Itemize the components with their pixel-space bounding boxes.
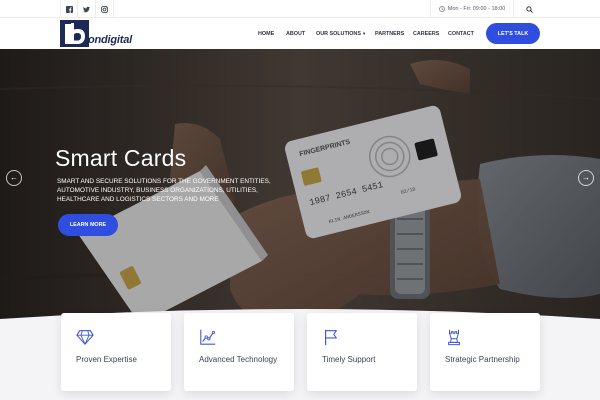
nav-partners[interactable]: PARTNERS bbox=[375, 18, 404, 49]
twitter-icon[interactable] bbox=[78, 0, 96, 18]
nav-careers[interactable]: CAREERS bbox=[413, 18, 439, 49]
feature-label: Proven Expertise bbox=[76, 355, 137, 364]
instagram-icon[interactable] bbox=[96, 0, 114, 18]
nav-our-solutions-label: OUR SOLUTIONS bbox=[316, 30, 361, 37]
slider-next-arrow[interactable]: → bbox=[578, 170, 594, 186]
diamond-icon bbox=[76, 330, 94, 345]
feature-card-proven-expertise[interactable]: Proven Expertise bbox=[61, 313, 171, 391]
nav-about[interactable]: ABOUT bbox=[286, 18, 305, 49]
chevron-down-icon: ▾ bbox=[362, 30, 366, 36]
slider-prev-arrow[interactable]: ← bbox=[6, 170, 22, 186]
hero-slider: FINGERPRINTS 1987 2654 5451 02/18 KLIN A… bbox=[0, 49, 600, 353]
facebook-icon[interactable] bbox=[60, 0, 78, 18]
lets-talk-button[interactable]: LET'S TALK bbox=[486, 23, 540, 44]
feature-card-timely-support[interactable]: Timely Support bbox=[307, 313, 417, 391]
nav-contact[interactable]: CONTACT bbox=[448, 18, 474, 49]
logo[interactable]: ondigital bbox=[60, 20, 132, 47]
logo-mark bbox=[60, 20, 89, 47]
chess-piece-icon bbox=[448, 329, 460, 346]
feature-label: Advanced Technology bbox=[199, 355, 278, 364]
page: Mon - Fri: 09:00 - 18:00 ondigital HOME … bbox=[0, 0, 600, 400]
hero-description: SMART AND SECURE SOLUTIONS FOR THE GOVER… bbox=[57, 178, 271, 203]
feature-card-strategic-partnership[interactable]: Strategic Partnership bbox=[430, 313, 540, 391]
opening-hours-text: Mon - Fri: 09:00 - 18:00 bbox=[447, 6, 506, 12]
flag-icon bbox=[325, 329, 337, 346]
nav-home[interactable]: HOME bbox=[258, 18, 274, 49]
top-bar: Mon - Fri: 09:00 - 18:00 bbox=[0, 0, 600, 18]
clock-icon bbox=[438, 6, 445, 12]
search-icon[interactable] bbox=[514, 0, 544, 18]
arrow-left-icon: ← bbox=[10, 173, 18, 182]
hero-title: Smart Cards bbox=[55, 145, 187, 171]
logo-text: ondigital bbox=[88, 34, 133, 46]
feature-label: Strategic Partnership bbox=[445, 355, 520, 364]
learn-more-button[interactable]: LEARN MORE bbox=[58, 214, 118, 236]
growth-chart-icon bbox=[200, 329, 216, 345]
nav-our-solutions[interactable]: OUR SOLUTIONS ▾ bbox=[316, 18, 365, 49]
arrow-right-icon: → bbox=[582, 173, 590, 182]
feature-label: Timely Support bbox=[322, 355, 376, 364]
feature-card-advanced-technology[interactable]: Advanced Technology bbox=[184, 313, 294, 391]
opening-hours: Mon - Fri: 09:00 - 18:00 bbox=[430, 0, 514, 18]
